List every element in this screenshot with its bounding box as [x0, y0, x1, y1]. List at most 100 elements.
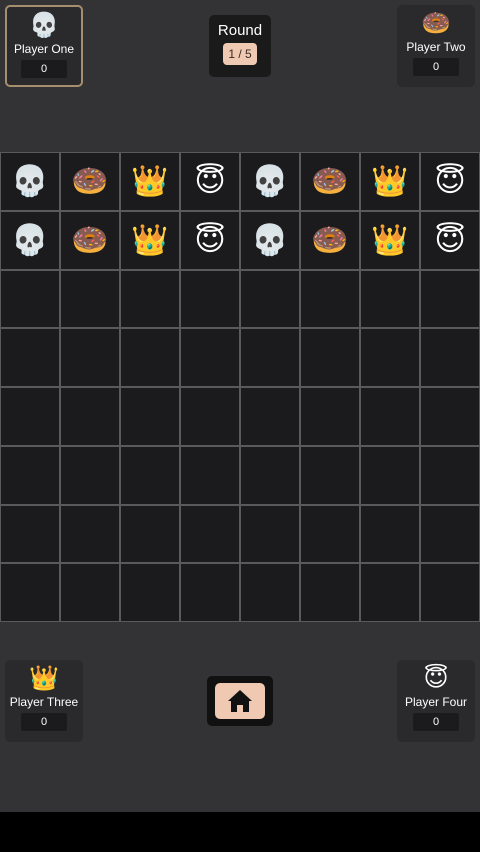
- board-cell[interactable]: [61, 505, 119, 563]
- board-cell[interactable]: [61, 388, 119, 445]
- board-cell[interactable]: 🍩: [301, 211, 359, 269]
- home-button-face[interactable]: [215, 683, 265, 719]
- player-score: 0: [21, 713, 67, 731]
- board-cell[interactable]: [241, 446, 299, 504]
- board-cell[interactable]: [421, 388, 479, 445]
- board-cell[interactable]: 👑: [121, 211, 179, 269]
- angel-face-icon: 😇: [423, 664, 449, 692]
- board-cell[interactable]: [121, 270, 179, 328]
- board-cell[interactable]: [1, 270, 59, 328]
- board-cell[interactable]: [121, 388, 179, 445]
- board-cell[interactable]: 👑: [361, 211, 419, 269]
- player-score: 0: [413, 58, 459, 76]
- player-name: Player Two: [406, 40, 466, 54]
- player-score: 0: [21, 60, 67, 78]
- donut-icon: 🍩: [311, 163, 349, 199]
- board-cell[interactable]: [241, 388, 299, 445]
- angel-face-icon: 😇: [434, 222, 466, 258]
- system-nav-bar: [0, 812, 480, 852]
- board-cell[interactable]: [181, 388, 239, 445]
- board-cell[interactable]: [361, 564, 419, 621]
- angel-face-icon: 😇: [434, 163, 466, 199]
- board-cell[interactable]: [301, 446, 359, 504]
- board-cell[interactable]: 💀: [241, 153, 299, 210]
- board-cell[interactable]: [241, 505, 299, 563]
- board-cell[interactable]: [61, 270, 119, 328]
- player-score: 0: [413, 713, 459, 731]
- player-card-three: 👑 Player Three 0: [5, 660, 83, 742]
- board-cell[interactable]: 💀: [1, 211, 59, 269]
- angel-face-icon: 😇: [194, 222, 226, 258]
- board-cell[interactable]: [241, 329, 299, 386]
- skull-icon: 💀: [29, 11, 59, 39]
- board-cell[interactable]: 💀: [241, 211, 299, 269]
- board-cell[interactable]: 💀: [1, 153, 59, 210]
- board-cell[interactable]: 😇: [421, 153, 479, 210]
- board-cell[interactable]: 👑: [361, 153, 419, 210]
- crown-icon: 👑: [131, 163, 169, 199]
- donut-icon: 🍩: [311, 222, 349, 258]
- board-cell[interactable]: [121, 564, 179, 621]
- board-cell[interactable]: 🍩: [61, 153, 119, 210]
- board-cell[interactable]: 😇: [421, 211, 479, 269]
- board-cell[interactable]: [301, 270, 359, 328]
- board-cell[interactable]: [301, 505, 359, 563]
- donut-icon: 🍩: [421, 9, 451, 37]
- skull-icon: 💀: [11, 163, 49, 199]
- crown-icon: 👑: [371, 222, 409, 258]
- board-cell[interactable]: [361, 505, 419, 563]
- game-screen: 💀 Player One 0 🍩 Player Two 0 Round 1 / …: [0, 0, 480, 812]
- board-cell[interactable]: [121, 505, 179, 563]
- crown-icon: 👑: [371, 163, 409, 199]
- angel-face-icon: 😇: [194, 163, 226, 199]
- player-card-two: 🍩 Player Two 0: [397, 5, 475, 87]
- board-cell[interactable]: [421, 505, 479, 563]
- home-icon: [228, 690, 252, 712]
- board-cell[interactable]: [181, 505, 239, 563]
- board-cell[interactable]: [61, 329, 119, 386]
- board-cell[interactable]: [121, 329, 179, 386]
- board-cell[interactable]: [421, 446, 479, 504]
- player-card-one: 💀 Player One 0: [5, 5, 83, 87]
- board-cell[interactable]: [361, 270, 419, 328]
- skull-icon: 💀: [251, 222, 289, 258]
- board-cell[interactable]: [181, 329, 239, 386]
- home-button[interactable]: [207, 676, 273, 726]
- board-cell[interactable]: [181, 446, 239, 504]
- board-cell[interactable]: [61, 446, 119, 504]
- board-cell[interactable]: [301, 388, 359, 445]
- board-cell[interactable]: [1, 446, 59, 504]
- skull-icon: 💀: [251, 163, 289, 199]
- round-counter: 1 / 5: [223, 43, 257, 65]
- board-cell[interactable]: 😇: [181, 211, 239, 269]
- board-cell[interactable]: [301, 329, 359, 386]
- board-cell[interactable]: [361, 446, 419, 504]
- board-cell[interactable]: [241, 270, 299, 328]
- player-card-four: 😇 Player Four 0: [397, 660, 475, 742]
- board-cell[interactable]: 🍩: [301, 153, 359, 210]
- crown-icon: 👑: [29, 664, 59, 692]
- board-cell[interactable]: [1, 564, 59, 621]
- donut-icon: 🍩: [71, 222, 109, 258]
- board-cell[interactable]: 🍩: [61, 211, 119, 269]
- player-name: Player One: [13, 42, 75, 56]
- board-cell[interactable]: [301, 564, 359, 621]
- board-cell[interactable]: [121, 446, 179, 504]
- board-cell[interactable]: [361, 329, 419, 386]
- board-cell[interactable]: [61, 564, 119, 621]
- board-cell[interactable]: [1, 388, 59, 445]
- round-label: Round: [217, 22, 263, 39]
- board-cell[interactable]: [421, 270, 479, 328]
- board-cell[interactable]: [421, 564, 479, 621]
- board-cell[interactable]: [181, 564, 239, 621]
- board-cell[interactable]: [361, 388, 419, 445]
- board-cell[interactable]: 👑: [121, 153, 179, 210]
- board-cell[interactable]: 😇: [181, 153, 239, 210]
- board-cell[interactable]: [181, 270, 239, 328]
- board-cell[interactable]: [241, 564, 299, 621]
- board-cell[interactable]: [421, 329, 479, 386]
- player-name: Player Three: [9, 695, 79, 709]
- board-cell[interactable]: [1, 505, 59, 563]
- board-cell[interactable]: [1, 329, 59, 386]
- round-indicator: Round 1 / 5: [209, 15, 271, 77]
